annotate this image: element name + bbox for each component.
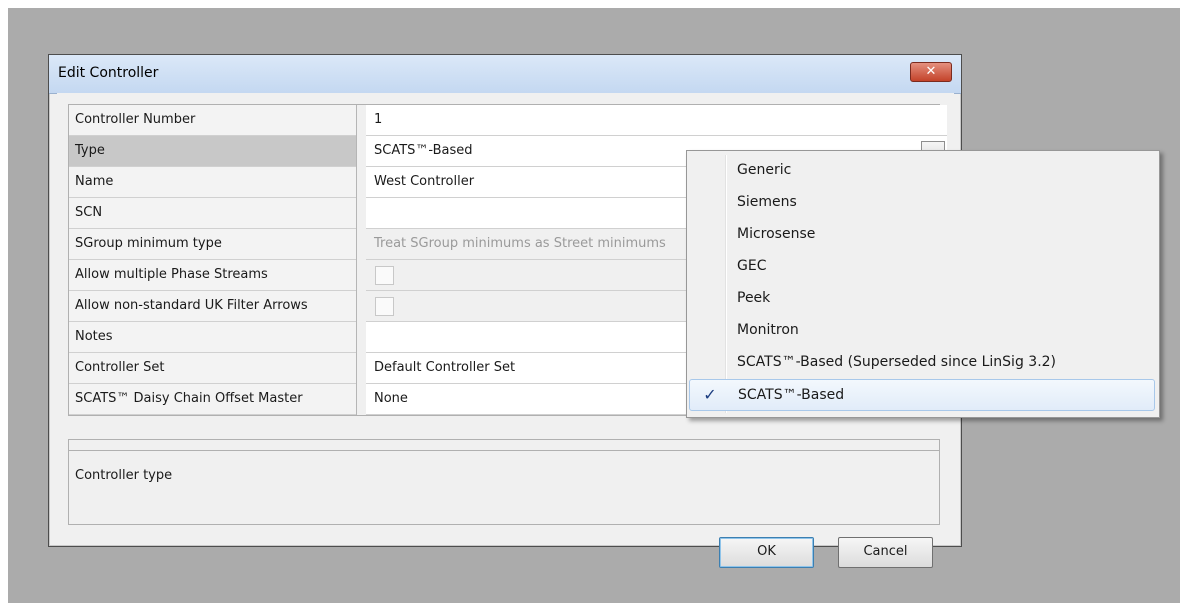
description-panel: Controller type bbox=[68, 439, 940, 525]
description-text: Controller type bbox=[75, 468, 173, 483]
menu-item-label: SCATS™-Based (Superseded since LinSig 3.… bbox=[737, 354, 1057, 370]
menu-item-scats-based-superseded[interactable]: SCATS™-Based (Superseded since LinSig 3.… bbox=[689, 347, 1155, 377]
menu-item-monitron[interactable]: Monitron bbox=[689, 315, 1155, 345]
allow-multiple-phase-streams-checkbox[interactable] bbox=[375, 266, 394, 285]
label-type: Type bbox=[69, 136, 362, 167]
allow-filter-arrows-checkbox[interactable] bbox=[375, 297, 394, 316]
menu-item-label: GEC bbox=[737, 258, 767, 274]
menu-item-label: SCATS™-Based bbox=[738, 387, 845, 403]
close-button[interactable]: ✕ bbox=[910, 62, 952, 82]
menu-item-siemens[interactable]: Siemens bbox=[689, 187, 1155, 217]
menu-item-label: Generic bbox=[737, 162, 792, 178]
divider bbox=[69, 450, 939, 451]
label-allow-filter-arrows: Allow non-standard UK Filter Arrows bbox=[69, 291, 362, 322]
menu-item-scats-based[interactable]: ✓ SCATS™-Based bbox=[689, 379, 1155, 411]
menu-item-label: Peek bbox=[737, 290, 771, 306]
controller-number-field[interactable]: 1 bbox=[366, 105, 947, 136]
menu-item-microsense[interactable]: Microsense bbox=[689, 219, 1155, 249]
label-daisy-chain-offset-master: SCATS™ Daisy Chain Offset Master bbox=[69, 384, 362, 415]
dialog-title: Edit Controller bbox=[58, 65, 159, 81]
menu-item-label: Siemens bbox=[737, 194, 797, 210]
label-sgroup-minimum-type: SGroup minimum type bbox=[69, 229, 362, 260]
menu-item-label: Microsense bbox=[737, 226, 816, 242]
label-controller-set: Controller Set bbox=[69, 353, 362, 384]
menu-item-peek[interactable]: Peek bbox=[689, 283, 1155, 313]
close-icon: ✕ bbox=[925, 64, 937, 79]
type-value: SCATS™-Based bbox=[374, 143, 473, 158]
row-controller-number: Controller Number 1 bbox=[69, 105, 947, 136]
title-bar[interactable]: Edit Controller ✕ bbox=[49, 55, 961, 94]
menu-item-label: Monitron bbox=[737, 322, 799, 338]
menu-item-generic[interactable]: Generic bbox=[689, 155, 1155, 185]
label-scn: SCN bbox=[69, 198, 362, 229]
label-allow-multiple-phase-streams: Allow multiple Phase Streams bbox=[69, 260, 362, 291]
ok-button[interactable]: OK bbox=[719, 537, 814, 568]
label-controller-number: Controller Number bbox=[69, 105, 362, 136]
label-notes: Notes bbox=[69, 322, 362, 353]
type-dropdown-menu: Generic Siemens Microsense GEC Peek Moni… bbox=[686, 150, 1160, 418]
cancel-button[interactable]: Cancel bbox=[838, 537, 933, 568]
label-name: Name bbox=[69, 167, 362, 198]
checkmark-icon: ✓ bbox=[703, 385, 717, 404]
menu-item-gec[interactable]: GEC bbox=[689, 251, 1155, 281]
